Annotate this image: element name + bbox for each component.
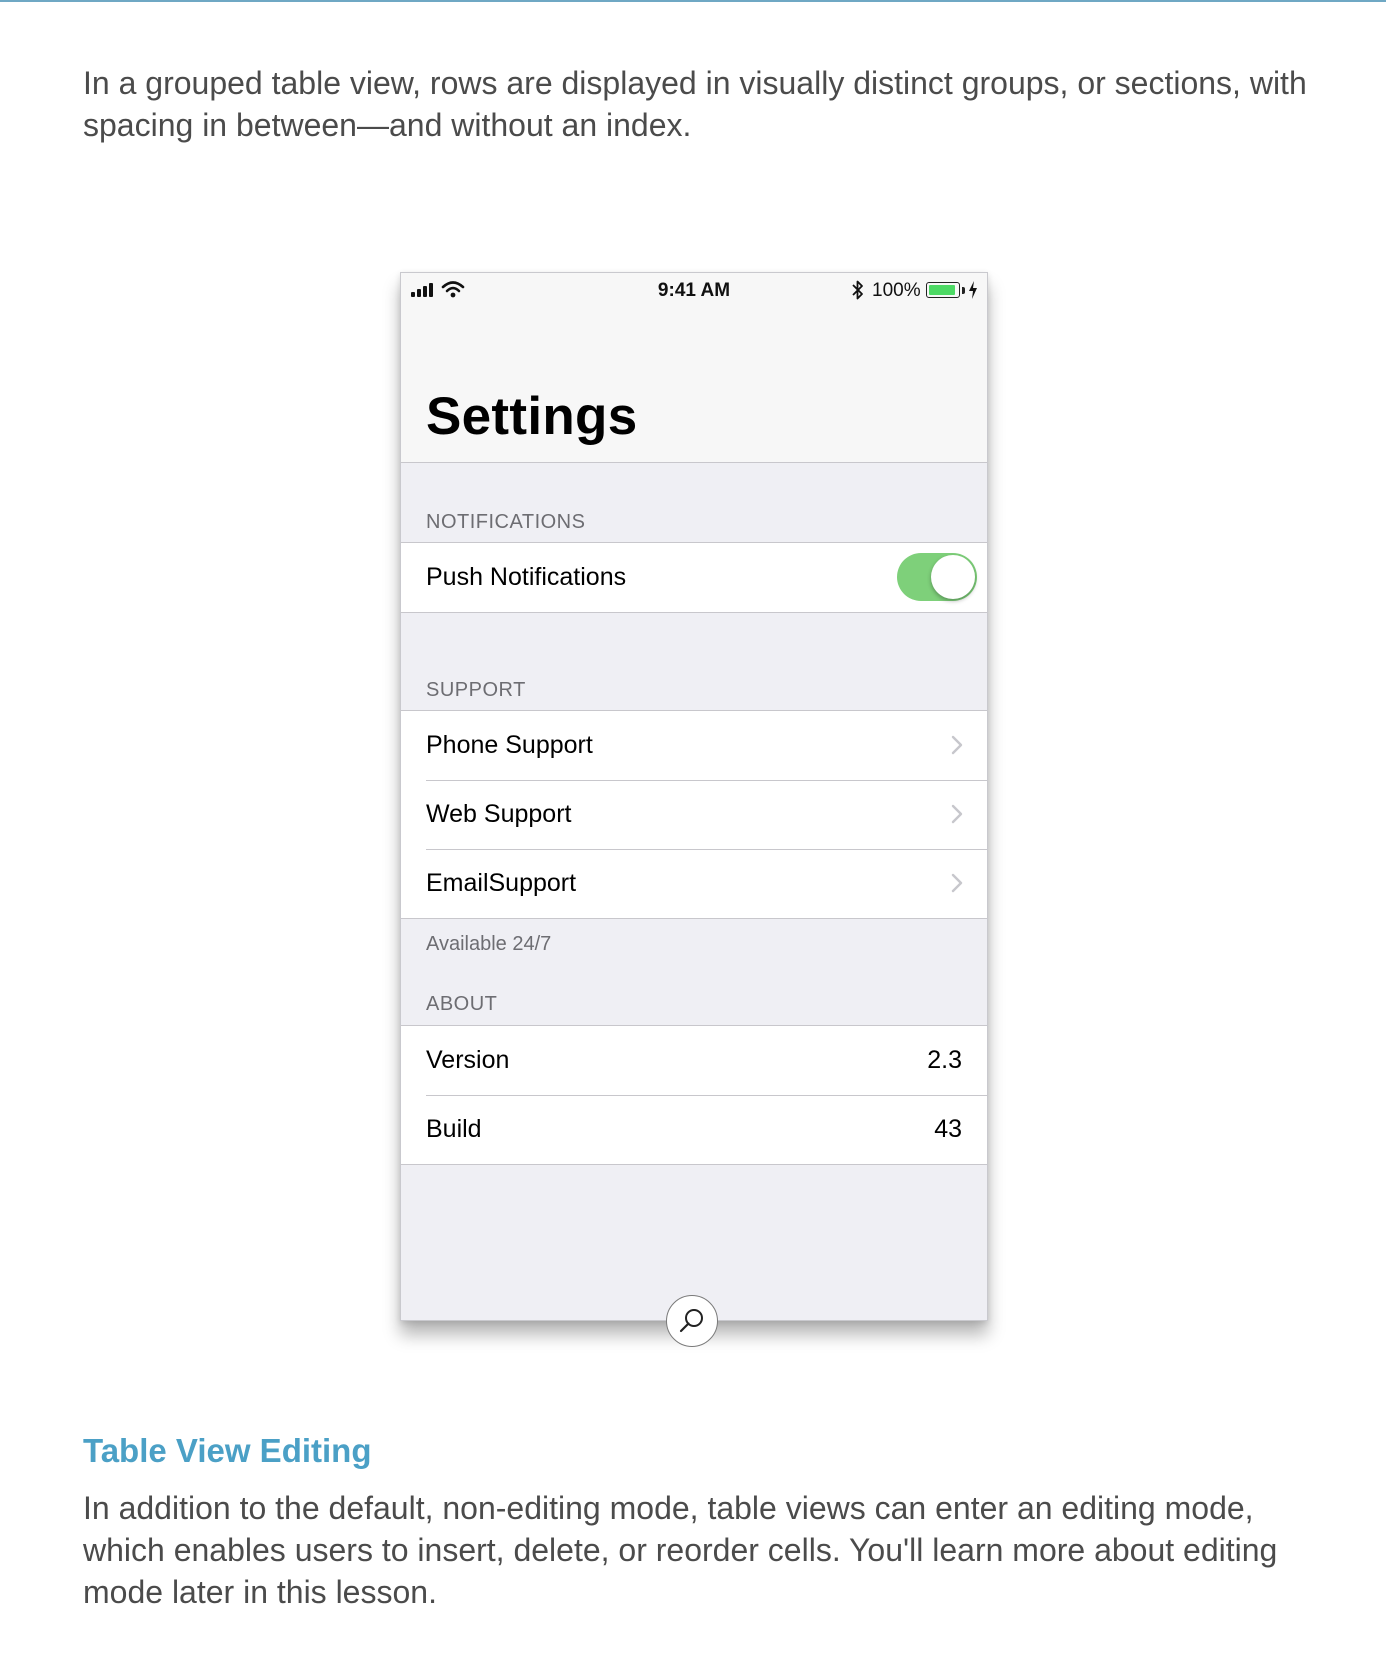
chevron-right-icon xyxy=(951,804,963,824)
search-zoom-button[interactable] xyxy=(666,1295,718,1347)
intro-paragraph: In a grouped table view, rows are displa… xyxy=(83,65,1307,143)
row-label: Web Support xyxy=(426,800,572,828)
version-row: Version 2.3 xyxy=(401,1026,987,1095)
build-value: 43 xyxy=(934,1115,962,1143)
row-label: EmailSupport xyxy=(426,869,577,897)
support-group: Phone Support Web Support EmailSupport xyxy=(401,710,987,919)
navigation-bar: Settings xyxy=(401,307,987,463)
row-label: Build xyxy=(426,1115,482,1143)
row-label: Phone Support xyxy=(426,731,593,759)
chevron-right-icon xyxy=(951,873,963,893)
row-label: Version xyxy=(426,1046,510,1074)
chevron-right-icon xyxy=(951,735,963,755)
page-title: Settings xyxy=(426,387,638,446)
about-group: Version 2.3 Build 43 xyxy=(401,1025,987,1165)
web-support-row[interactable]: Web Support xyxy=(401,780,987,849)
toggle-knob xyxy=(931,555,975,599)
section-footer-support: Available 24/7 xyxy=(426,933,552,955)
battery-icon xyxy=(926,282,960,298)
row-label: Push Notifications xyxy=(426,563,627,591)
top-divider xyxy=(0,0,1386,2)
search-icon xyxy=(679,1309,703,1333)
push-notifications-row: Push Notifications xyxy=(401,543,987,612)
email-support-row[interactable]: EmailSupport xyxy=(401,849,987,918)
status-bar: 9:41 AM 100% xyxy=(401,273,987,307)
section-header-support: SUPPORT xyxy=(426,679,526,701)
notifications-group: Push Notifications xyxy=(401,542,987,613)
build-row: Build 43 xyxy=(401,1095,987,1164)
section-heading: Table View Editing xyxy=(83,1432,372,1469)
version-value: 2.3 xyxy=(927,1046,962,1074)
charging-bolt-icon xyxy=(969,281,977,299)
section-header-notifications: NOTIFICATIONS xyxy=(426,511,586,533)
push-notifications-toggle[interactable] xyxy=(897,553,977,601)
battery-percentage: 100% xyxy=(872,280,921,301)
editing-paragraph: In addition to the default, non-editing … xyxy=(83,1490,1278,1610)
section-header-about: ABOUT xyxy=(426,993,498,1015)
bluetooth-icon xyxy=(852,280,863,300)
phone-support-row[interactable]: Phone Support xyxy=(401,711,987,780)
phone-mockup: 9:41 AM 100% Settings NOTIFICATIONS Push… xyxy=(400,272,988,1321)
